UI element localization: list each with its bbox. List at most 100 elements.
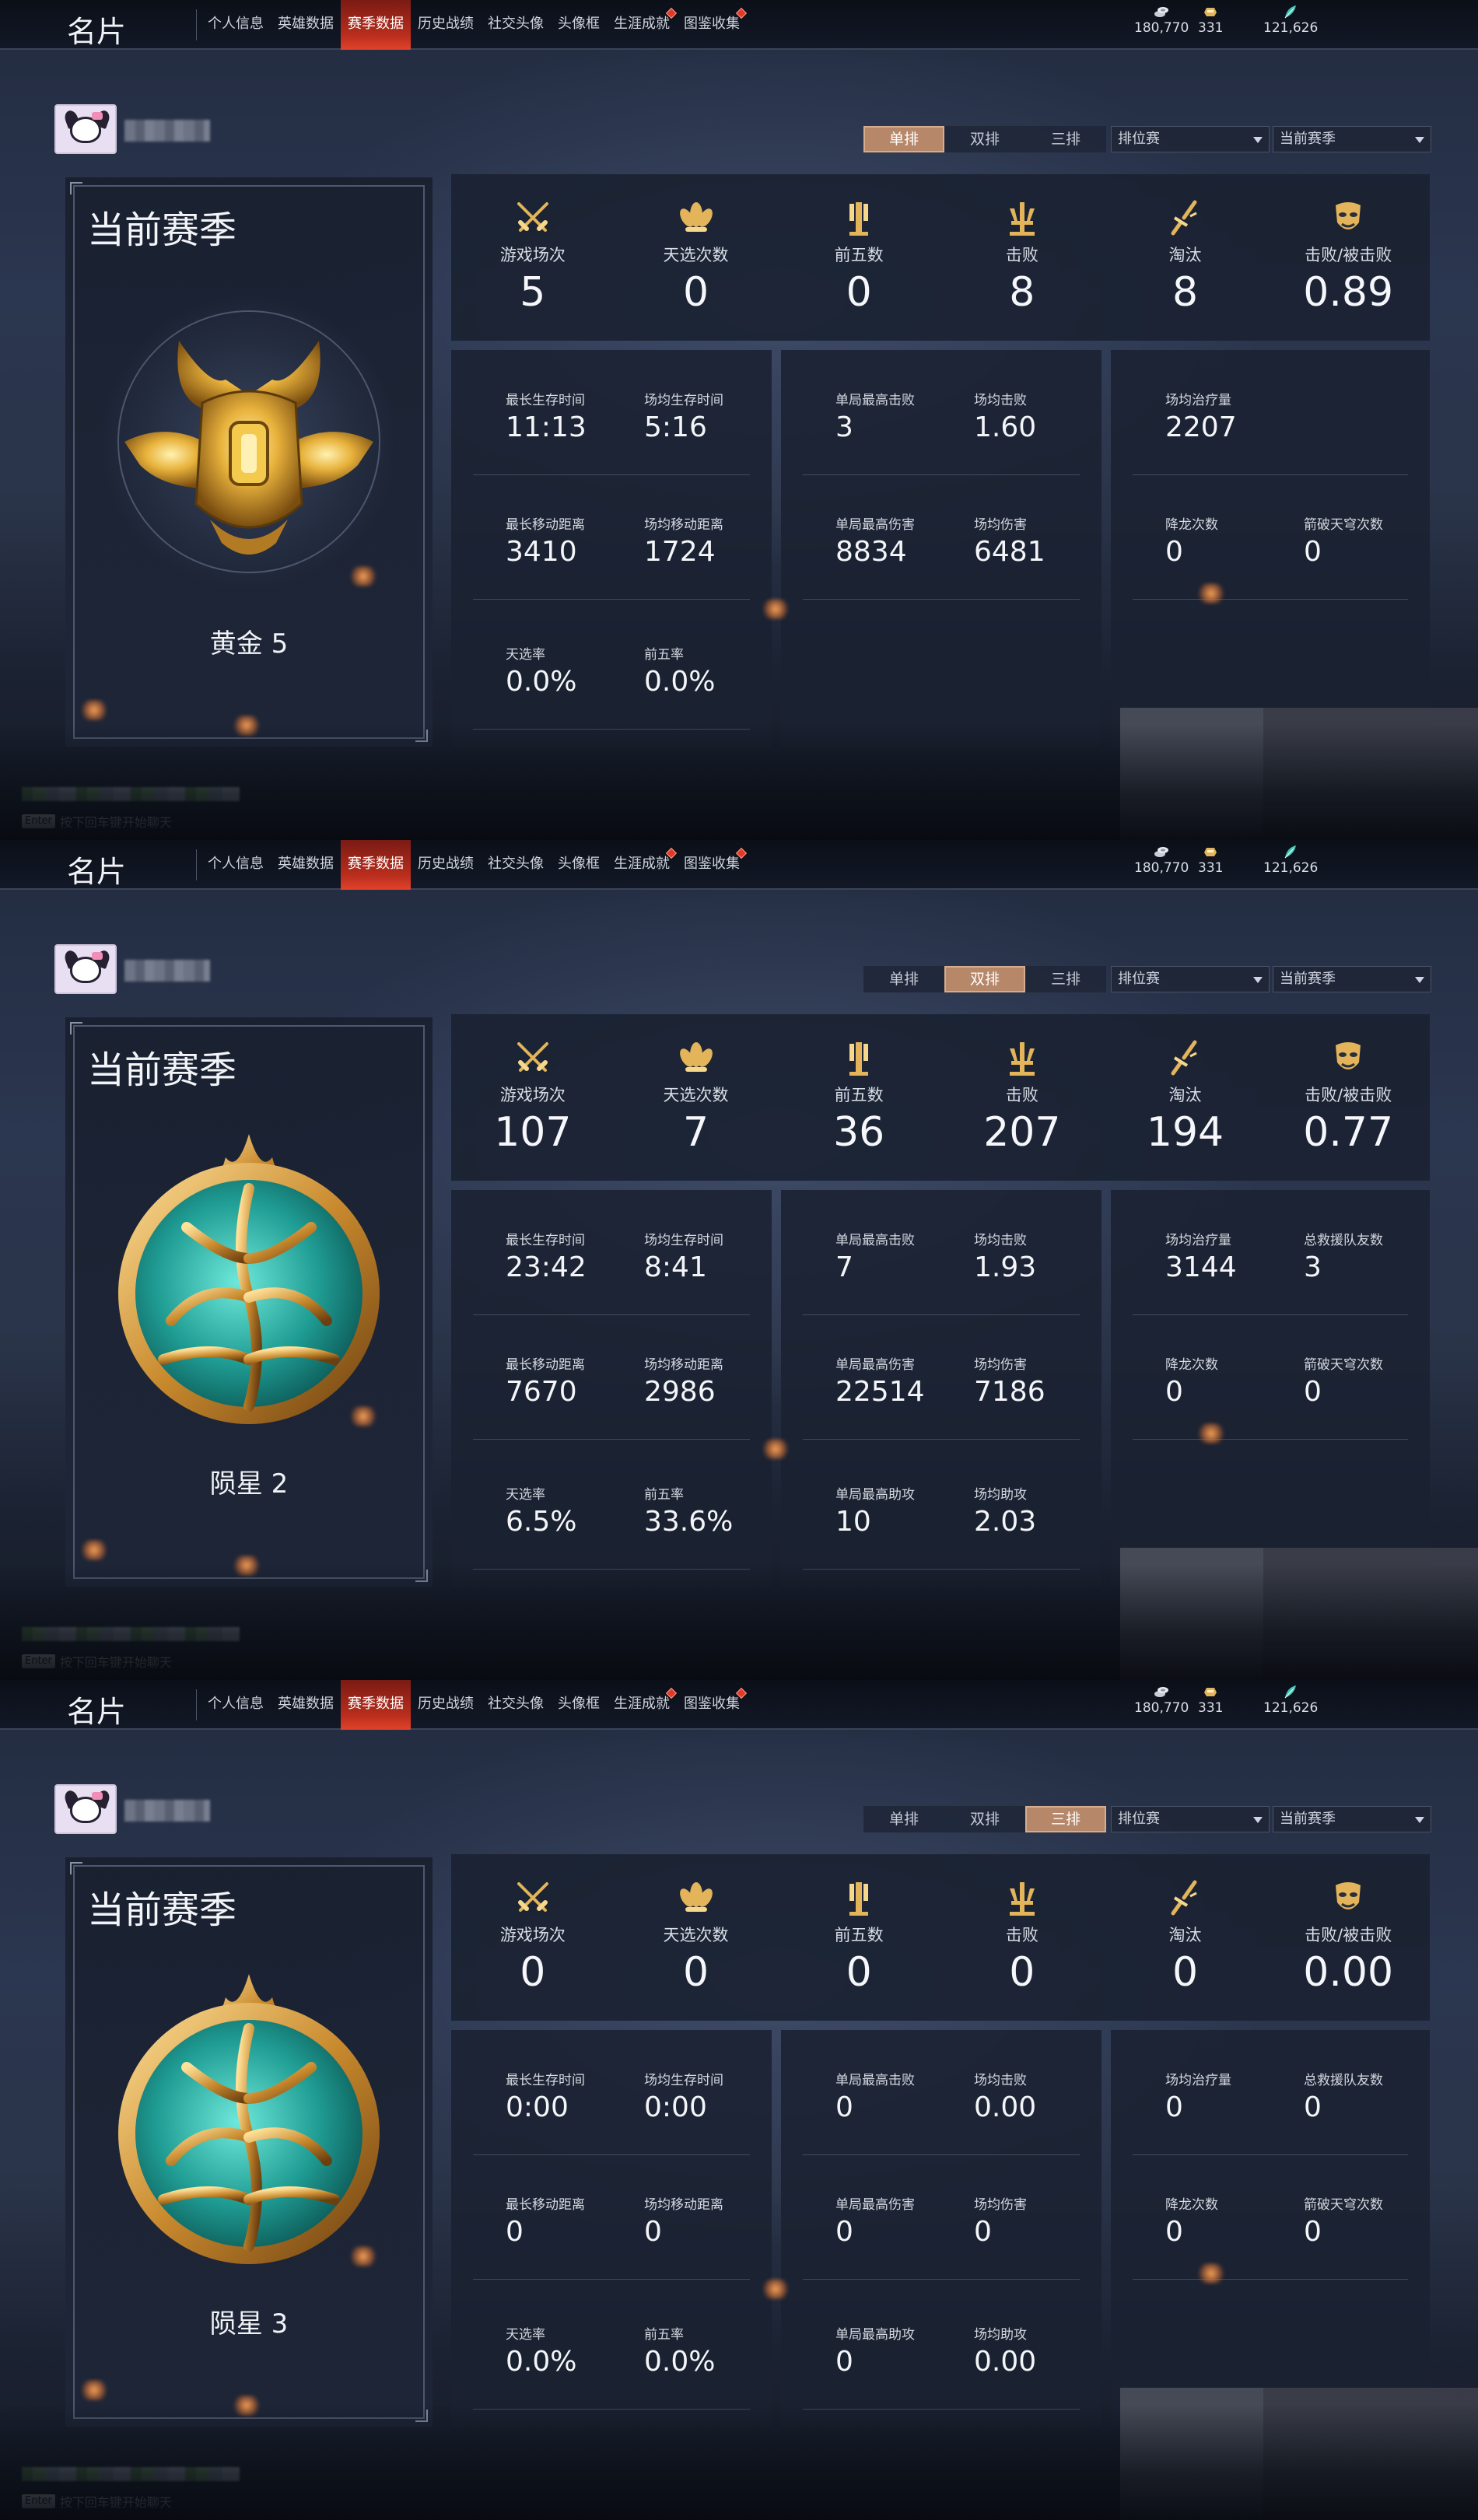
stat-label: 场均生存时间 — [644, 2073, 723, 2088]
mode-duo[interactable]: 双排 — [944, 966, 1025, 992]
tab-6[interactable]: 生涯成就 — [607, 0, 678, 50]
stat-value: 0 — [1172, 1949, 1199, 1996]
stat-value: 33.6% — [644, 1506, 734, 1538]
queue-type-dropdown[interactable]: 排位赛 — [1111, 126, 1270, 152]
stat-value: 5 — [520, 269, 546, 316]
lantern-glow — [762, 1439, 789, 1459]
mode-trio[interactable]: 三排 — [1025, 1806, 1106, 1832]
tab-5[interactable]: 头像框 — [551, 840, 607, 890]
lantern-glow — [81, 700, 107, 720]
stat-cell: 降龙次数 0 — [1165, 513, 1218, 568]
stat-label: 天选率 — [506, 1487, 545, 1503]
mode-solo[interactable]: 单排 — [863, 966, 944, 992]
survival-stats-panel: 最长生存时间 23:42 场均生存时间 8:41 最长移动距离 7670 场均移动距离 298… — [451, 1190, 772, 1587]
stat-value: 0 — [1165, 536, 1183, 568]
stat-value: 1.60 — [974, 411, 1037, 443]
row-divider — [1133, 1439, 1408, 1440]
mode-trio[interactable]: 三排 — [1025, 966, 1106, 992]
tab-0[interactable]: 个人信息 — [201, 1680, 271, 1730]
mode-solo[interactable]: 单排 — [863, 1806, 944, 1832]
player-avatar[interactable] — [54, 944, 117, 994]
support-stats-panel: 场均治疗量 0 总救援队友数 0 降龙次数 0 箭破天穹次数 0 — [1111, 2030, 1430, 2427]
tab-1[interactable]: 英雄数据 — [271, 0, 341, 50]
queue-type-dropdown[interactable]: 排位赛 — [1111, 1806, 1270, 1832]
season-dropdown[interactable]: 当前赛季 — [1273, 126, 1431, 152]
player-avatar[interactable] — [54, 1784, 117, 1834]
broken-sword-icon — [1164, 1878, 1207, 1918]
mode-trio[interactable]: 三排 — [1025, 126, 1106, 152]
stat-cell: 最长生存时间 23:42 — [506, 1229, 587, 1283]
chat-enter-hint[interactable]: Enter 按下回车键开始聊天 — [22, 2492, 172, 2511]
tab-label: 历史战绩 — [418, 1696, 474, 1712]
stat-cell: 天选率 0.0% — [506, 2323, 576, 2378]
tab-label: 头像框 — [558, 1696, 600, 1712]
tab-2[interactable]: 赛季数据 — [341, 840, 411, 890]
stat-label: 场均击败 — [974, 1233, 1027, 1248]
tab-6[interactable]: 生涯成就 — [607, 840, 678, 890]
tab-3[interactable]: 历史战绩 — [411, 840, 481, 890]
tab-3[interactable]: 历史战绩 — [411, 1680, 481, 1730]
tab-1[interactable]: 英雄数据 — [271, 840, 341, 890]
chat-enter-hint[interactable]: Enter 按下回车键开始聊天 — [22, 812, 172, 831]
mode-solo[interactable]: 单排 — [863, 126, 944, 152]
stat-value: 6481 — [974, 536, 1045, 568]
tab-0[interactable]: 个人信息 — [201, 0, 271, 50]
nav-tabs: 个人信息 英雄数据 赛季数据 历史战绩 社交头像 头像框 生涯成就 图鉴收集 — [201, 1680, 748, 1730]
tab-5[interactable]: 头像框 — [551, 0, 607, 50]
season-dropdown[interactable]: 当前赛季 — [1273, 966, 1431, 992]
stat-value: 5:16 — [644, 411, 707, 443]
queue-type-dropdown[interactable]: 排位赛 — [1111, 966, 1270, 992]
pillar-icon — [837, 198, 881, 238]
tab-0[interactable]: 个人信息 — [201, 840, 271, 890]
nav-divider — [196, 9, 197, 40]
stat-cell: 场均伤害 6481 — [974, 513, 1045, 568]
chevron-down-icon — [1253, 137, 1263, 143]
row-divider — [803, 1569, 1080, 1570]
tab-6[interactable]: 生涯成就 — [607, 1680, 678, 1730]
summary-stat: 淘汰 0 — [1104, 1854, 1267, 2021]
stat-value: 0 — [1304, 536, 1322, 568]
crossed-swords-icon — [511, 198, 555, 238]
chevron-down-icon — [1253, 977, 1263, 983]
player-avatar[interactable] — [54, 104, 117, 154]
broken-sword-icon — [1164, 198, 1207, 238]
stat-value: 0.0% — [506, 666, 577, 698]
tab-1[interactable]: 英雄数据 — [271, 1680, 341, 1730]
team-mode-selector: 单排 双排 三排 — [863, 966, 1106, 992]
stat-label: 最长生存时间 — [506, 1233, 585, 1248]
row-divider — [803, 474, 1080, 475]
tab-4[interactable]: 社交头像 — [481, 840, 551, 890]
mode-duo[interactable]: 双排 — [944, 126, 1025, 152]
summary-stat: 前五数 0 — [777, 1854, 940, 2021]
tab-7[interactable]: 图鉴收集 — [677, 1680, 748, 1730]
stat-cell: 场均治疗量 2207 — [1165, 389, 1237, 443]
tab-7[interactable]: 图鉴收集 — [677, 0, 748, 50]
currency-coin-stack: 180,770 — [1134, 1683, 1189, 1716]
summary-stat: 击败 8 — [940, 174, 1104, 341]
chat-message-blurred — [22, 787, 240, 801]
season-dropdown[interactable]: 当前赛季 — [1273, 1806, 1431, 1832]
tab-4[interactable]: 社交头像 — [481, 0, 551, 50]
stat-value: 8:41 — [644, 1251, 707, 1283]
enter-key-badge: Enter — [22, 814, 55, 828]
tab-2[interactable]: 赛季数据 — [341, 1680, 411, 1730]
stat-label: 单局最高伤害 — [835, 2197, 915, 2213]
lantern-glow — [233, 716, 260, 736]
tab-5[interactable]: 头像框 — [551, 1680, 607, 1730]
support-stats-panel: 场均治疗量 3144 总救援队友数 3 降龙次数 0 箭破天穹次数 0 — [1111, 1190, 1430, 1587]
lantern-glow — [233, 1556, 260, 1576]
stat-value: 0 — [506, 2216, 524, 2248]
stat-label: 单局最高助攻 — [835, 1487, 915, 1503]
rank-name: 陨星 2 — [209, 1468, 289, 1500]
stat-cell: 场均击败 1.60 — [974, 389, 1036, 443]
tab-4[interactable]: 社交头像 — [481, 1680, 551, 1730]
tab-7[interactable]: 图鉴收集 — [677, 840, 748, 890]
jade-feather-icon — [1282, 843, 1299, 860]
currency-gold-ingot: 331 — [1198, 3, 1223, 36]
chat-enter-hint[interactable]: Enter 按下回车键开始聊天 — [22, 1652, 172, 1671]
tab-3[interactable]: 历史战绩 — [411, 0, 481, 50]
tab-2[interactable]: 赛季数据 — [341, 0, 411, 50]
tab-label: 图鉴收集 — [684, 16, 740, 32]
combat-stats-panel: 单局最高击败 7 场均击败 1.93 单局最高伤害 22514 场均伤害 7186 单局最高助攻… — [781, 1190, 1101, 1587]
mode-duo[interactable]: 双排 — [944, 1806, 1025, 1832]
